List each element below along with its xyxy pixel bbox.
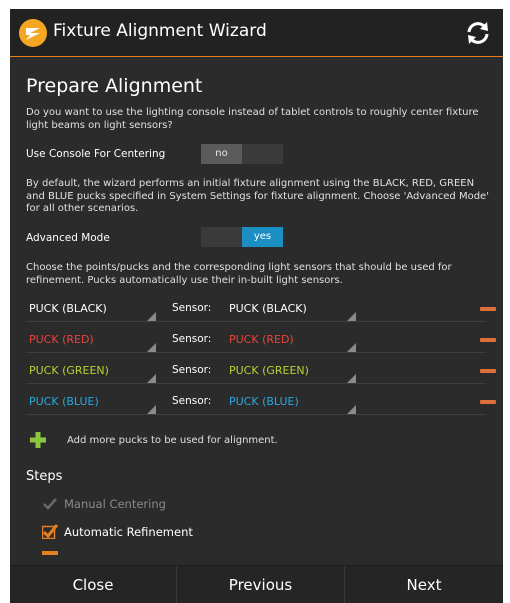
sensor-label: Sensor: bbox=[172, 395, 212, 407]
dropdown-arrow-icon bbox=[347, 374, 356, 383]
sensor-select-blue[interactable]: PUCK (BLUE) bbox=[226, 391, 356, 415]
puck-row-green: PUCK (GREEN) Sensor: PUCK (GREEN) bbox=[26, 360, 496, 384]
advanced-mode-toggle[interactable]: yes bbox=[201, 227, 283, 247]
dropdown-arrow-icon bbox=[347, 343, 356, 352]
remove-puck-icon[interactable] bbox=[480, 369, 496, 373]
puck-select-value: PUCK (RED) bbox=[29, 333, 94, 346]
steps-heading: Steps bbox=[26, 469, 63, 484]
row-divider bbox=[26, 414, 486, 415]
add-puck-icon[interactable] bbox=[30, 432, 46, 448]
sensor-select-value: PUCK (GREEN) bbox=[229, 364, 309, 377]
puck-select-value: PUCK (BLACK) bbox=[29, 302, 107, 315]
dropdown-arrow-icon bbox=[147, 343, 156, 352]
sensor-select-black[interactable]: PUCK (BLACK) bbox=[226, 298, 356, 322]
sensor-label: Sensor: bbox=[172, 333, 212, 345]
choose-pucks-text: Choose the points/pucks and the correspo… bbox=[26, 262, 452, 286]
puck-select-black[interactable]: PUCK (BLACK) bbox=[26, 298, 156, 322]
puck-select-value: PUCK (GREEN) bbox=[29, 364, 109, 377]
next-button[interactable]: Next bbox=[345, 566, 503, 603]
dropdown-arrow-icon bbox=[347, 312, 356, 321]
refresh-icon[interactable] bbox=[465, 20, 491, 46]
use-console-value: no bbox=[201, 144, 242, 164]
puck-row-blue: PUCK (BLUE) Sensor: PUCK (BLUE) bbox=[26, 391, 496, 415]
sensor-select-value: PUCK (BLACK) bbox=[229, 302, 307, 315]
wizard-content: Prepare Alignment Do you want to use the… bbox=[10, 57, 503, 557]
puck-select-blue[interactable]: PUCK (BLUE) bbox=[26, 391, 156, 415]
sensor-select-value: PUCK (RED) bbox=[229, 333, 294, 346]
remove-puck-icon[interactable] bbox=[480, 400, 496, 404]
dropdown-arrow-icon bbox=[147, 312, 156, 321]
puck-select-value: PUCK (BLUE) bbox=[29, 395, 99, 408]
app-title: Fixture Alignment Wizard bbox=[53, 21, 267, 41]
sensor-label: Sensor: bbox=[172, 364, 212, 376]
remove-puck-icon[interactable] bbox=[480, 338, 496, 342]
row-divider bbox=[26, 321, 486, 322]
wizard-window: Fixture Alignment Wizard Prepare Alignme… bbox=[10, 9, 503, 603]
sensor-select-green[interactable]: PUCK (GREEN) bbox=[226, 360, 356, 384]
previous-button[interactable]: Previous bbox=[177, 566, 344, 603]
default-alignment-text: By default, the wizard performs an initi… bbox=[26, 178, 489, 214]
manual-centering-label: Manual Centering bbox=[64, 497, 166, 511]
row-divider bbox=[26, 383, 486, 384]
use-console-toggle[interactable]: no bbox=[201, 144, 283, 164]
sensor-label: Sensor: bbox=[172, 302, 212, 314]
remove-puck-icon[interactable] bbox=[480, 307, 496, 311]
close-button[interactable]: Close bbox=[10, 566, 176, 603]
console-question-text: Do you want to use the lighting console … bbox=[26, 107, 479, 131]
dropdown-arrow-icon bbox=[147, 405, 156, 414]
partial-checkbox-icon bbox=[42, 551, 58, 555]
page-title: Prepare Alignment bbox=[26, 75, 203, 97]
add-pucks-label: Add more pucks to be used for alignment. bbox=[67, 435, 278, 446]
wizard-footer: Close Previous Next bbox=[10, 565, 503, 603]
use-console-label: Use Console For Centering bbox=[26, 148, 166, 160]
manual-centering-checkbox-icon[interactable] bbox=[42, 496, 58, 512]
app-logo-icon bbox=[19, 19, 47, 47]
automatic-refinement-label: Automatic Refinement bbox=[64, 525, 193, 539]
row-divider bbox=[26, 352, 486, 353]
puck-select-green[interactable]: PUCK (GREEN) bbox=[26, 360, 156, 384]
advanced-mode-value: yes bbox=[242, 227, 283, 247]
automatic-refinement-checkbox-icon[interactable] bbox=[42, 523, 58, 539]
title-bar: Fixture Alignment Wizard bbox=[10, 9, 503, 57]
puck-row-red: PUCK (RED) Sensor: PUCK (RED) bbox=[26, 329, 496, 353]
dropdown-arrow-icon bbox=[147, 374, 156, 383]
dropdown-arrow-icon bbox=[347, 405, 356, 414]
puck-select-red[interactable]: PUCK (RED) bbox=[26, 329, 156, 353]
puck-row-black: PUCK (BLACK) Sensor: PUCK (BLACK) bbox=[26, 298, 496, 322]
sensor-select-red[interactable]: PUCK (RED) bbox=[226, 329, 356, 353]
advanced-mode-label: Advanced Mode bbox=[26, 232, 110, 244]
sensor-select-value: PUCK (BLUE) bbox=[229, 395, 299, 408]
